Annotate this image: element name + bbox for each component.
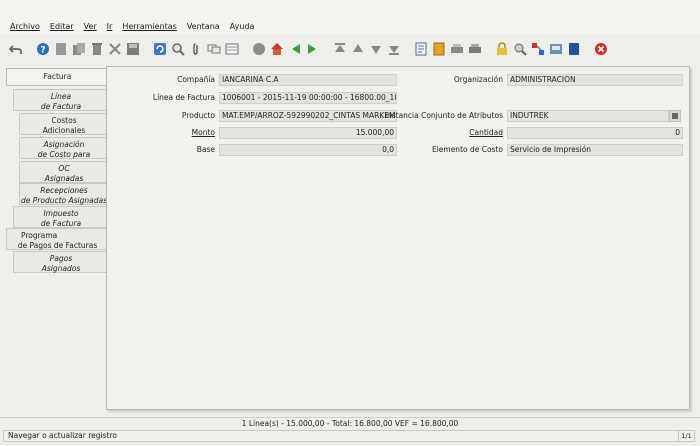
print-preview-icon[interactable]: [449, 42, 464, 57]
cantidad-field[interactable]: 0: [507, 127, 683, 139]
undo-icon[interactable]: [8, 42, 23, 57]
new-icon[interactable]: [53, 42, 68, 57]
instancia-atributos-label: Instancia Conjunto de Atributos: [384, 111, 503, 120]
grid-toggle-icon[interactable]: [224, 42, 239, 57]
archive-icon[interactable]: [431, 42, 446, 57]
tab-recepciones-asignadas[interactable]: Recepciones de Producto Asignadas: [19, 183, 108, 205]
cantidad-label-text: Cantidad: [469, 128, 503, 137]
report-icon[interactable]: [413, 42, 428, 57]
grid-icon: [672, 113, 678, 119]
last-icon[interactable]: [386, 42, 401, 57]
tab-label: de Factura: [40, 102, 82, 111]
tab-pagos-asignados[interactable]: Pagos Asignados: [13, 251, 108, 273]
active-workflows-icon[interactable]: [530, 42, 545, 57]
chat-icon[interactable]: [206, 42, 221, 57]
record-panel: Compañía IANCARINA C.A Línea de Factura …: [106, 66, 690, 410]
parent-icon[interactable]: [287, 42, 302, 57]
status-bar: Navegar o actualizar registro 1/1: [3, 430, 695, 442]
menu-ver[interactable]: Ver: [84, 22, 97, 31]
product-info-icon[interactable]: [566, 42, 581, 57]
monto-label: Monto: [192, 128, 215, 137]
tab-costos-adicionales[interactable]: Costos Adicionales: [19, 113, 108, 135]
tab-oc-asignadas[interactable]: OC Asignadas: [19, 161, 108, 183]
status-message: Navegar o actualizar registro: [8, 431, 117, 440]
tab-label: Pagos: [49, 254, 73, 263]
base-label: Base: [196, 145, 215, 154]
compania-label: Compañía: [177, 75, 215, 84]
detail-icon[interactable]: [305, 42, 320, 57]
history-icon[interactable]: [251, 42, 266, 57]
lock-icon[interactable]: [494, 42, 509, 57]
tab-impuesto-factura[interactable]: Impuesto de Factura: [13, 206, 108, 228]
tab-label: Impuesto: [43, 209, 79, 218]
home-icon[interactable]: [269, 42, 284, 57]
toolbar: ?: [0, 38, 700, 60]
menu-ir[interactable]: Ir: [107, 22, 113, 31]
summary-line: 1 Línea(s) - 15.000,00 - Total: 16.800,0…: [0, 417, 700, 429]
menu-bar: Archivo Editar Ver Ir Herramientas Venta…: [0, 0, 700, 34]
svg-text:?: ?: [40, 46, 45, 56]
close-window-icon[interactable]: [593, 42, 608, 57]
base-field[interactable]: 0,0: [219, 144, 397, 156]
elemento-costo-field[interactable]: Servicio de Impresión: [507, 144, 683, 156]
previous-icon[interactable]: [350, 42, 365, 57]
instancia-atributos-field[interactable]: INDUTREK: [507, 110, 669, 122]
tab-label: Programa: [21, 231, 58, 240]
tab-label: Costos: [51, 116, 77, 125]
menu-ayuda[interactable]: Ayuda: [230, 22, 255, 31]
save-icon[interactable]: [125, 42, 140, 57]
tab-factura[interactable]: Factura: [6, 68, 108, 86]
menu-herramientas[interactable]: Herramientas: [122, 22, 177, 31]
next-icon[interactable]: [368, 42, 383, 57]
menu-editar[interactable]: Editar: [50, 22, 74, 31]
requests-icon[interactable]: [548, 42, 563, 57]
print-icon[interactable]: [467, 42, 482, 57]
tab-label: Adicionales: [42, 126, 86, 135]
help-icon[interactable]: ?: [35, 42, 50, 57]
linea-factura-field[interactable]: 1006001 - 2015-11-19 00:00:00 - 16800.00…: [219, 92, 397, 104]
menu-archivo[interactable]: Archivo: [10, 22, 40, 31]
organizacion-field[interactable]: ADMINISTRACIÓN: [507, 74, 683, 86]
tab-label: Asignación: [43, 140, 85, 149]
elemento-costo-label: Elemento de Costo: [431, 145, 503, 154]
find-icon[interactable]: [170, 42, 185, 57]
tab-label: Asignados: [41, 264, 81, 273]
first-icon[interactable]: [332, 42, 347, 57]
tab-linea-de-factura[interactable]: Línea de Factura: [13, 89, 108, 111]
record-counter[interactable]: 1/1: [678, 430, 694, 442]
zoom-across-icon[interactable]: [512, 42, 527, 57]
tab-label: Factura: [43, 72, 72, 81]
copy-icon[interactable]: [71, 42, 86, 57]
attachment-icon[interactable]: [188, 42, 203, 57]
tab-asignacion-costo[interactable]: Asignación de Costo para Producto: [19, 137, 108, 169]
tab-label: Línea: [50, 92, 72, 101]
organizacion-label: Organización: [453, 75, 503, 84]
linea-factura-label: Línea de Factura: [152, 93, 215, 102]
producto-field[interactable]: MAT.EMP/ARROZ-592990202_CINTAS MARKEM 81…: [219, 110, 397, 122]
tab-label: Recepciones: [40, 186, 88, 195]
delete-icon[interactable]: [89, 42, 104, 57]
tab-programa-pagos[interactable]: Programa de Pagos de Facturas: [6, 228, 108, 250]
delete-selection-icon[interactable]: [107, 42, 122, 57]
producto-label: Producto: [181, 111, 215, 120]
compania-field[interactable]: IANCARINA C.A: [219, 74, 397, 86]
tab-label: de Producto Asignadas: [20, 196, 107, 205]
monto-label-text: Monto: [191, 128, 215, 137]
refresh-icon[interactable]: [152, 42, 167, 57]
tab-label: de Pagos de Facturas: [17, 241, 98, 250]
cantidad-label: Cantidad: [469, 128, 503, 137]
tab-label: OC: [58, 164, 70, 173]
menu-ventana[interactable]: Ventana: [187, 22, 220, 31]
instancia-atributos-button[interactable]: [669, 110, 681, 122]
monto-field[interactable]: 15.000,00: [219, 127, 397, 139]
